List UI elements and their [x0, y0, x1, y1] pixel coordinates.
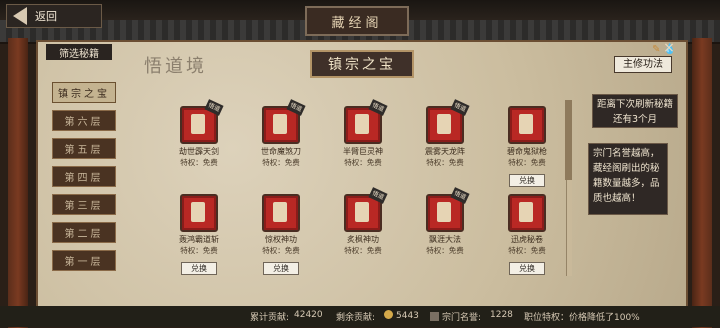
status-bar: 累计贡献: 42420 剩余贡献: 5443 宗门名誉: 1228 职位特权：价…: [0, 306, 720, 327]
book-icon[interactable]: 悟道: [262, 99, 306, 144]
skill-book-item[interactable]: 悟道半臂巨灵神特权：免费: [324, 99, 402, 168]
book-icon[interactable]: [180, 194, 218, 232]
reputation-note: 宗门名誉越高，藏经阁刷出的秘籍数量越多，品质也越高！: [588, 143, 668, 215]
item-name: 世命魔煞刀: [261, 147, 301, 156]
floor-tab[interactable]: 第四层: [52, 166, 116, 187]
reputation-label: 宗门名誉:: [442, 313, 482, 323]
exchange-button[interactable]: 兑换: [263, 262, 299, 275]
item-perk: 特权：免费: [262, 246, 300, 255]
floor-tab[interactable]: 第一层: [52, 250, 116, 271]
item-perk: 特权：免费: [508, 246, 546, 255]
item-perk: 特权：免费: [508, 158, 546, 167]
book-icon[interactable]: [508, 106, 546, 144]
skill-book-item[interactable]: 悟道飘涯大法特权：免费: [406, 187, 484, 256]
section-banner: 镇宗之宝: [310, 50, 414, 78]
book-icon[interactable]: 悟道: [426, 99, 470, 144]
rank-tag: 悟道: [368, 187, 388, 204]
back-label: 返回: [35, 10, 57, 23]
coin-icon: [384, 310, 393, 319]
scrollbar-thumb[interactable]: [565, 100, 572, 180]
floor-tab[interactable]: 第二层: [52, 222, 116, 243]
close-icon[interactable]: ×: [662, 41, 676, 55]
realm-label: 悟道境: [144, 56, 207, 77]
skill-book-item[interactable]: 悟道世命魔煞刀特权：免费: [242, 99, 320, 168]
item-name: 碧命鬼狱枪: [507, 147, 547, 156]
item-name: 炙枫神功: [347, 235, 379, 244]
item-name: 劫世霹天剑: [179, 147, 219, 156]
refresh-line1: 距离下次刷新秘籍: [596, 99, 673, 110]
total-contribution-value: 42420: [294, 310, 323, 320]
reputation-value: 1228: [490, 310, 513, 320]
exchange-button[interactable]: 兑换: [509, 262, 545, 275]
floor-tab[interactable]: 第三层: [52, 194, 116, 215]
item-perk: 特权：免费: [262, 158, 300, 167]
total-contribution-label: 累计贡献:: [250, 313, 290, 323]
exchange-button[interactable]: 兑换: [509, 174, 545, 187]
remaining-contribution-value: 5443: [396, 311, 419, 321]
exchange-button[interactable]: 兑换: [181, 262, 217, 275]
skill-book-item[interactable]: 悟道震雾天龙阵特权：免费: [406, 99, 484, 168]
book-icon[interactable]: 悟道: [344, 99, 388, 144]
page-title: 藏经阁: [305, 6, 409, 36]
refresh-line2: 还有3个月: [612, 114, 658, 125]
main-skill-button[interactable]: 主修功法: [614, 56, 672, 73]
privilege-text: 职位特权：价格降低了100%: [524, 313, 640, 323]
book-icon[interactable]: [508, 194, 546, 232]
floor-tab[interactable]: 镇宗之宝: [52, 82, 116, 103]
book-icon[interactable]: 悟道: [180, 99, 224, 144]
back-arrow-icon: [13, 7, 27, 25]
item-name: 震雾天龙阵: [425, 147, 465, 156]
item-perk: 特权：免费: [344, 158, 382, 167]
skill-book-item[interactable]: 悟道劫世霹天剑特权：免费: [160, 99, 238, 168]
item-perk: 特权：免费: [180, 158, 218, 167]
left-pillar: [8, 38, 28, 328]
item-perk: 特权：免费: [344, 246, 382, 255]
floor-tab[interactable]: 第五层: [52, 138, 116, 159]
remaining-contribution-label: 剩余贡献:: [336, 313, 376, 323]
remaining-contribution: 5443: [384, 310, 419, 321]
back-button[interactable]: 返回: [6, 4, 102, 28]
skill-book-item[interactable]: 碧命鬼狱枪特权：免费兑换: [488, 106, 566, 187]
item-name: 轰鸿霸道斩: [179, 235, 219, 244]
rank-tag: 悟道: [450, 187, 470, 204]
floor-tab[interactable]: 第六层: [52, 110, 116, 131]
reputation: 宗门名誉:: [430, 310, 481, 323]
item-name: 半臂巨灵神: [343, 147, 383, 156]
item-name: 飘涯大法: [429, 235, 461, 244]
item-perk: 特权：免费: [426, 246, 464, 255]
skill-book-item[interactable]: 悟道炙枫神功特权：免费: [324, 187, 402, 256]
skill-book-item[interactable]: 迅虎秘卷特权：免费兑换: [488, 194, 566, 275]
right-pillar: [692, 38, 712, 328]
brush-icon[interactable]: ✎: [652, 44, 660, 55]
skill-book-item[interactable]: 轰鸿霸道斩特权：免费兑换: [160, 194, 238, 275]
item-name: 迅虎秘卷: [511, 235, 543, 244]
item-name: 惊权神功: [265, 235, 297, 244]
skill-book-grid: 悟道 劫世霹天剑 特权：免费 悟道 世命魔煞刀 特权：免费 悟道 半臂巨灵神 特权：免费 悟道 震雾…: [160, 99, 580, 276]
book-icon[interactable]: 悟道: [344, 187, 388, 232]
refresh-timer-box: 距离下次刷新秘籍 还有3个月: [592, 94, 678, 128]
book-icon[interactable]: 悟道: [426, 187, 470, 232]
reputation-icon: [430, 312, 439, 321]
floor-tabs: 镇宗之宝第六层第五层第四层第三层第二层第一层: [52, 82, 116, 278]
item-perk: 特权：免费: [426, 158, 464, 167]
item-perk: 特权：免费: [180, 246, 218, 255]
filter-button[interactable]: 筛选秘籍: [46, 44, 112, 60]
book-icon[interactable]: [262, 194, 300, 232]
skill-book-item[interactable]: 惊权神功特权：免费兑换: [242, 194, 320, 275]
